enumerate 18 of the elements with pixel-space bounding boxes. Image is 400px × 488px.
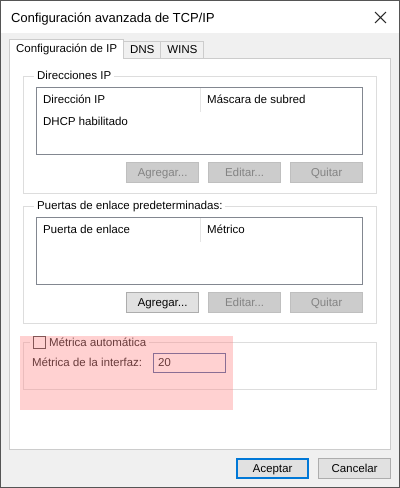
- column-header[interactable]: Dirección IP: [37, 88, 201, 112]
- dialog-button[interactable]: Cancelar: [318, 458, 391, 479]
- group-title: Puertas de enlace predeterminadas:: [36, 200, 224, 212]
- list-row[interactable]: DHCP habilitado: [43, 116, 128, 128]
- field-label: Métrica de la interfaz:: [32, 357, 142, 369]
- tab[interactable]: Configuración de IP: [9, 39, 124, 59]
- checkbox-label[interactable]: Métrica automática: [49, 336, 146, 348]
- action-button[interactable]: Agregar...: [126, 292, 199, 313]
- checkbox[interactable]: [33, 336, 46, 349]
- group-title: Direcciones IP: [36, 70, 112, 82]
- input-field[interactable]: 20: [152, 353, 226, 373]
- tab[interactable]: WINS: [160, 41, 204, 59]
- column-header[interactable]: Puerta de enlace: [37, 218, 201, 242]
- column-header[interactable]: Métrico: [201, 218, 245, 242]
- dialog-button[interactable]: Aceptar: [236, 458, 309, 479]
- window-title: Configuración avanzada de TCP/IP: [11, 10, 215, 24]
- close-icon[interactable]: [374, 10, 387, 24]
- column-header[interactable]: Máscara de subred: [201, 88, 306, 112]
